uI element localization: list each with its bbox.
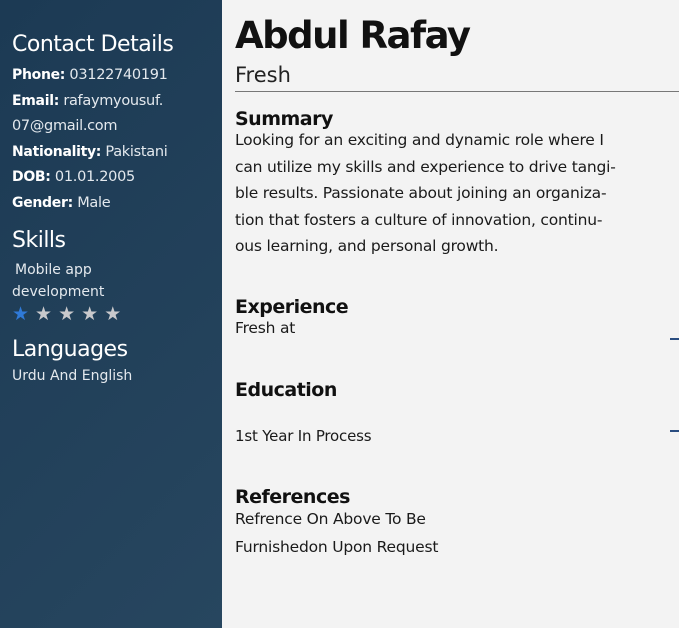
dob-value: 01.01.2005: [54, 169, 135, 185]
references-line: Furnishedon Upon Request: [235, 537, 439, 556]
email-value: rafaymyousuf.: [63, 92, 164, 109]
email-row: Email: rafaymyousuf.: [12, 89, 222, 115]
gender-value: Male: [77, 194, 111, 211]
references-section: References Refrence On Above To Be Furni…: [235, 486, 679, 561]
experience-section: Experience Fresh at: [235, 296, 679, 342]
phone-label: Phone:: [12, 67, 66, 83]
languages-heading: Languages: [12, 337, 128, 362]
gender-row: Gender: Male: [12, 191, 222, 217]
nationality-value: Pakistani: [105, 143, 168, 160]
summary-line: ous learning, and personal growth.: [235, 237, 499, 255]
experience-value: Fresh at: [235, 318, 296, 337]
star-icon: ★: [81, 303, 105, 325]
dob-label: DOB:: [12, 169, 51, 185]
main-content: Abdul Rafay Fresh Summary Looking for an…: [235, 0, 679, 561]
nationality-row: Nationality: Pakistani: [12, 140, 222, 166]
sidebar: Contact Details Phone: 03122740191 Email…: [0, 0, 222, 628]
phone-value: 03122740191: [69, 67, 168, 83]
summary-line: can utilize my skills and experience to …: [235, 157, 616, 176]
references-line: Refrence On Above To Be: [235, 509, 426, 528]
education-value: 1st Year In Process: [235, 427, 372, 445]
education-dash: [670, 430, 679, 432]
candidate-title: Fresh: [235, 63, 679, 92]
skill-rating: ★★★★★: [12, 303, 222, 325]
phone-row: Phone: 03122740191: [12, 63, 222, 89]
summary-line: tion that fosters a culture of innovatio…: [235, 210, 603, 229]
summary-line: Looking for an exciting and dynamic role…: [235, 131, 604, 149]
education-heading: Education: [235, 379, 337, 401]
nationality-label: Nationality:: [12, 143, 102, 160]
contact-heading: Contact Details: [12, 32, 174, 57]
star-icon: ★: [35, 303, 59, 325]
summary-section: Summary Looking for an exciting and dyna…: [235, 108, 679, 260]
email-label: Email:: [12, 92, 59, 109]
education-section: Education 1st Year In Process: [235, 379, 679, 450]
skill-name: Mobile app: [15, 262, 92, 278]
dob-row: DOB: 01.01.2005: [12, 165, 222, 191]
experience-dash: [670, 338, 679, 340]
star-icon: ★: [104, 303, 128, 325]
star-icon: ★: [58, 303, 82, 325]
summary-line: ble results. Passionate about joining an…: [235, 184, 607, 202]
skills-heading: Skills: [12, 228, 66, 253]
candidate-name: Abdul Rafay: [235, 14, 471, 57]
languages-value: Urdu And English: [12, 368, 133, 384]
gender-label: Gender:: [12, 194, 73, 211]
star-icon: ★: [12, 303, 36, 325]
skill-name-cont: development: [12, 284, 105, 300]
email-row-cont: 07@gmail.com: [12, 118, 118, 134]
